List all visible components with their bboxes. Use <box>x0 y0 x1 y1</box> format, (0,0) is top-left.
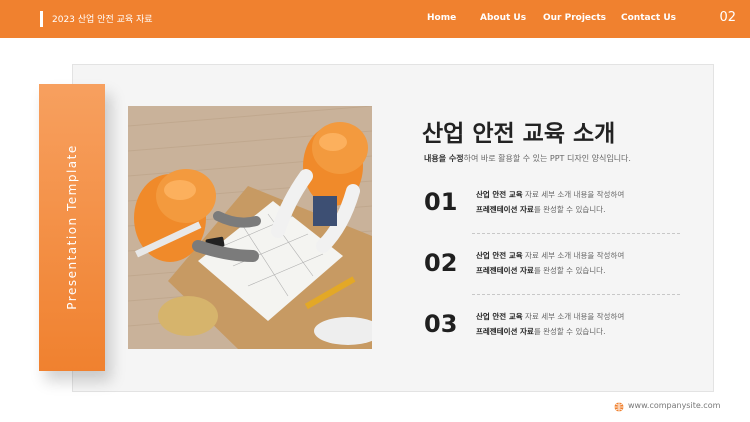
side-label-text: Presentation Template <box>65 144 79 310</box>
item-divider <box>472 233 680 234</box>
item-number: 01 <box>424 188 458 216</box>
subtitle-text: 하여 바로 활용할 수 있는 PPT 디자인 양식입니다. <box>463 154 631 163</box>
item-line-1-bold: 산업 안전 교육 <box>476 251 523 260</box>
item-line-1: 산업 안전 교육 자료 세부 소개 내용을 작성하여 <box>476 311 624 322</box>
document-title: 2023 산업 안전 교육 자료 <box>52 15 153 25</box>
item-line-2-text: 를 완성할 수 있습니다. <box>533 327 606 336</box>
item-line-2-text: 를 완성할 수 있습니다. <box>533 266 606 275</box>
title-accent-mark <box>40 11 43 27</box>
item-line-1-text: 자료 세부 소개 내용을 작성하여 <box>522 190 625 199</box>
page-number: 02 <box>719 10 736 25</box>
subtitle: 내용을 수정하여 바로 활용할 수 있는 PPT 디자인 양식입니다. <box>424 153 631 164</box>
item-line-1-text: 자료 세부 소개 내용을 작성하여 <box>522 251 625 260</box>
top-bar: 2023 산업 안전 교육 자료 Home About Us Our Proje… <box>0 0 750 38</box>
nav-about-us[interactable]: About Us <box>480 13 526 23</box>
item-line-2-bold: 프레젠테이션 자료 <box>476 205 534 214</box>
nav-our-projects[interactable]: Our Projects <box>543 13 606 23</box>
item-line-2: 프레젠테이션 자료를 완성할 수 있습니다. <box>476 265 605 276</box>
item-number: 03 <box>424 310 458 338</box>
item-line-1: 산업 안전 교육 자료 세부 소개 내용을 작성하여 <box>476 250 624 261</box>
subtitle-highlight: 내용을 수정 <box>424 154 464 163</box>
footer-url[interactable]: www.companysite.com <box>628 401 720 410</box>
globe-icon <box>614 402 624 412</box>
list-item: 01 산업 안전 교육 자료 세부 소개 내용을 작성하여 프레젠테이션 자료를… <box>424 184 684 224</box>
workers-photo <box>128 106 372 349</box>
nav-home[interactable]: Home <box>427 13 456 23</box>
item-line-1-text: 자료 세부 소개 내용을 작성하여 <box>522 312 625 321</box>
item-line-1-bold: 산업 안전 교육 <box>476 190 523 199</box>
list-item: 02 산업 안전 교육 자료 세부 소개 내용을 작성하여 프레젠테이션 자료를… <box>424 245 684 285</box>
item-line-2-bold: 프레젠테이션 자료 <box>476 327 534 336</box>
item-line-2-bold: 프레젠테이션 자료 <box>476 266 534 275</box>
list-item: 03 산업 안전 교육 자료 세부 소개 내용을 작성하여 프레젠테이션 자료를… <box>424 306 684 346</box>
item-line-2-text: 를 완성할 수 있습니다. <box>533 205 606 214</box>
item-number: 02 <box>424 249 458 277</box>
item-line-1: 산업 안전 교육 자료 세부 소개 내용을 작성하여 <box>476 189 624 200</box>
item-divider <box>472 294 680 295</box>
item-line-2: 프레젠테이션 자료를 완성할 수 있습니다. <box>476 204 605 215</box>
main-title: 산업 안전 교육 소개 <box>422 121 616 147</box>
side-label-bar: Presentation Template <box>39 84 105 371</box>
nav-contact-us[interactable]: Contact Us <box>621 13 676 23</box>
item-line-1-bold: 산업 안전 교육 <box>476 312 523 321</box>
item-line-2: 프레젠테이션 자료를 완성할 수 있습니다. <box>476 326 605 337</box>
construction-workers-illustration <box>128 106 372 349</box>
